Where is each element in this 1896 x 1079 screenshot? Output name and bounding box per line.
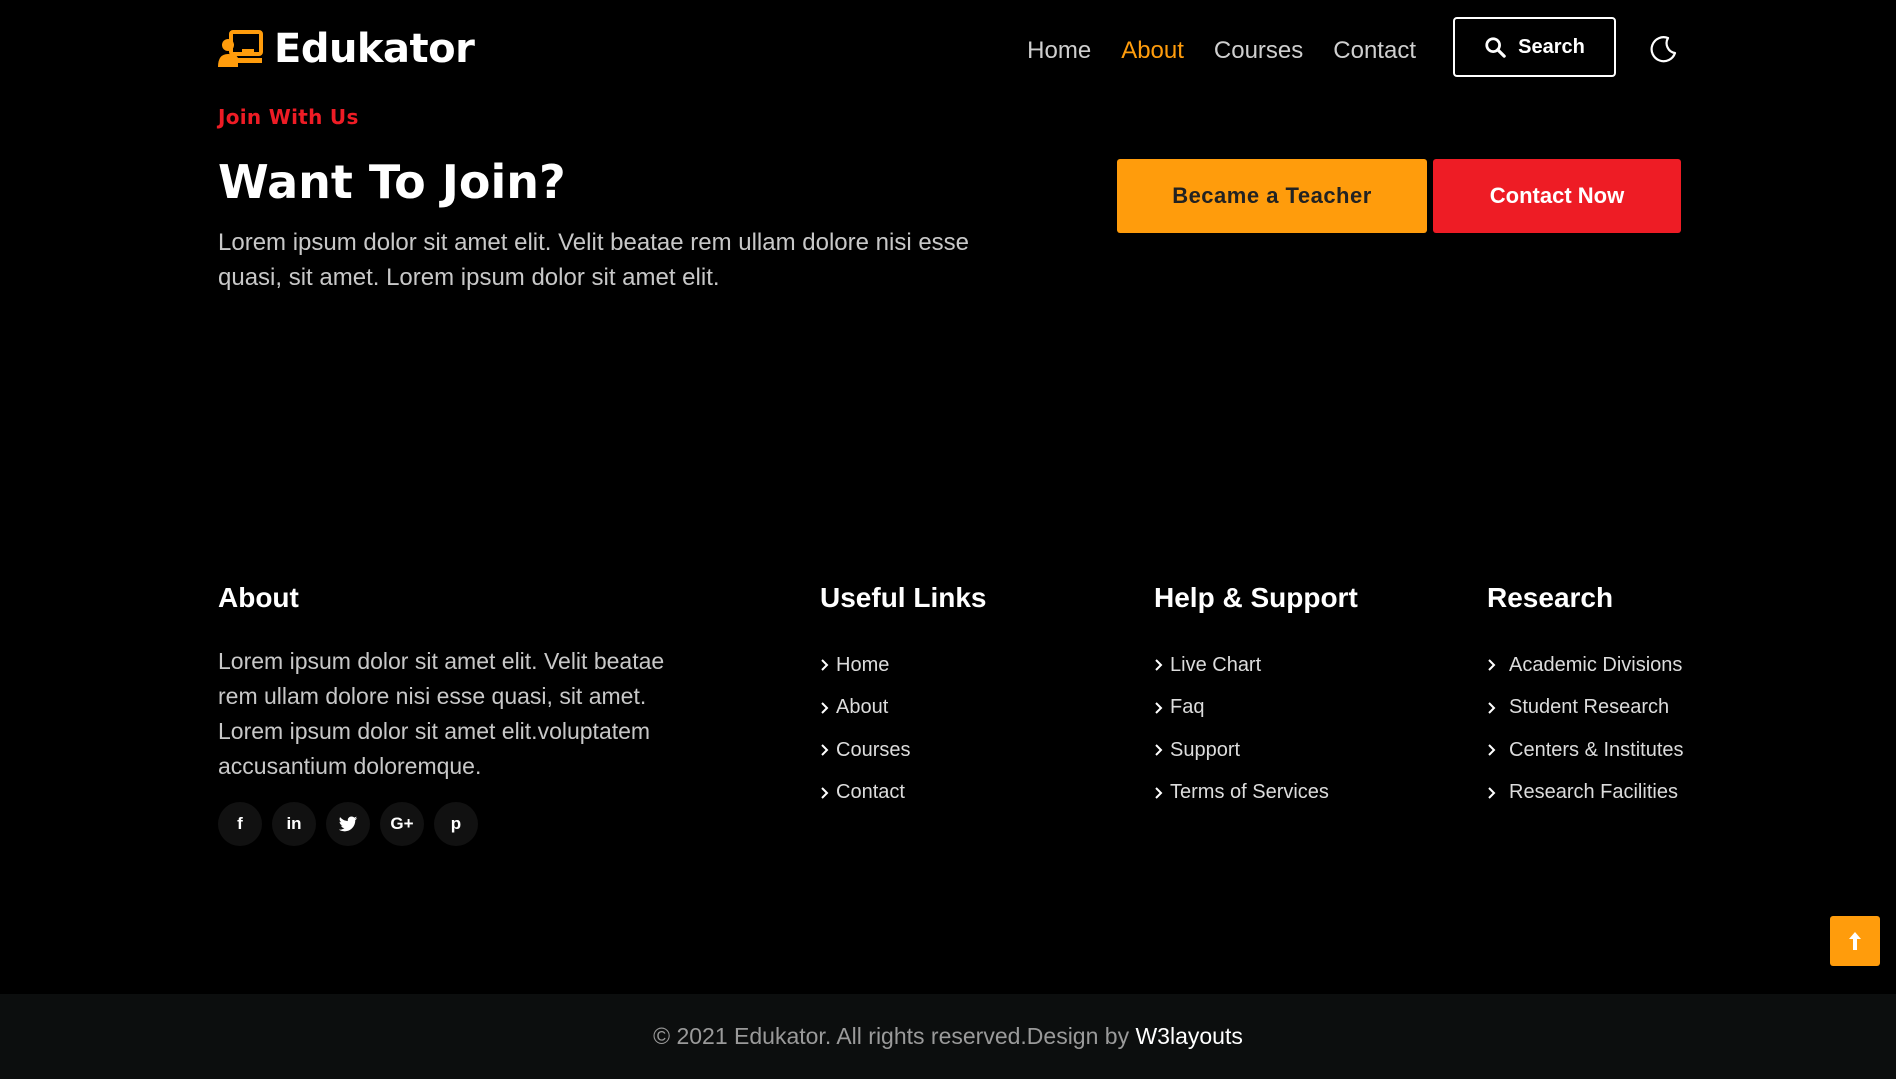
copyright-bar: © 2021 Edukator. All rights reserved.Des… <box>0 994 1896 1079</box>
join-description: Lorem ipsum dolor sit amet elit. Velit b… <box>218 229 970 291</box>
w3layouts-link[interactable]: W3layouts <box>1135 1023 1242 1050</box>
footer-link-label: Courses <box>836 738 911 761</box>
social-links: f in G+ p <box>218 802 678 846</box>
teacher-board-icon <box>218 30 263 67</box>
search-icon <box>1485 37 1506 58</box>
scroll-to-top-button[interactable] <box>1830 916 1880 966</box>
footer-link-label: Home <box>836 653 890 676</box>
chevron-right-icon <box>821 702 829 714</box>
footer-link-label: Centers & Institutes <box>1509 738 1684 761</box>
chevron-right-icon <box>1488 744 1496 756</box>
join-tag: Join With Us <box>218 105 359 129</box>
footer-about: About Lorem ipsum dolor sit amet elit. V… <box>218 582 678 846</box>
join-title: Want To Join? <box>218 155 566 209</box>
chevron-right-icon <box>821 659 829 671</box>
research-heading: Research <box>1487 582 1614 613</box>
brand-name: Edukator <box>274 26 475 72</box>
twitter-icon[interactable] <box>326 802 370 846</box>
footer-link-live-chart[interactable]: Live Chart <box>1154 644 1358 687</box>
pinterest-icon[interactable]: p <box>434 802 478 846</box>
theme-toggle[interactable] <box>1648 34 1678 64</box>
footer-link-label: Support <box>1170 738 1241 761</box>
footer-link-student-research[interactable]: Student Research <box>1487 687 1684 730</box>
footer-link-home[interactable]: Home <box>820 644 986 687</box>
nav-contact[interactable]: Contact <box>1333 37 1416 65</box>
search-label: Search <box>1518 35 1585 58</box>
site-header: Edukator Home About Courses Contact Sear… <box>218 0 1678 100</box>
chevron-right-icon <box>1488 787 1496 799</box>
footer-link-courses[interactable]: Courses <box>820 729 986 772</box>
footer-link-support[interactable]: Support <box>1154 729 1358 772</box>
footer-link-label: Contact <box>836 781 905 804</box>
footer-link-research-facilities[interactable]: Research Facilities <box>1487 772 1684 815</box>
help-support-heading: Help & Support <box>1154 582 1358 613</box>
search-button[interactable]: Search <box>1453 17 1616 77</box>
moon-icon <box>1650 36 1677 63</box>
chevron-right-icon <box>1155 702 1163 714</box>
footer-link-about[interactable]: About <box>820 687 986 730</box>
nav-home[interactable]: Home <box>1027 37 1091 65</box>
footer-link-faq[interactable]: Faq <box>1154 687 1358 730</box>
chevron-right-icon <box>1155 787 1163 799</box>
google-plus-icon[interactable]: G+ <box>380 802 424 846</box>
contact-now-button[interactable]: Contact Now <box>1433 159 1681 233</box>
chevron-right-icon <box>1155 744 1163 756</box>
footer-help-support: Help & Support Live Chart Faq Support Te… <box>1154 582 1358 814</box>
footer-link-label: Faq <box>1170 696 1205 719</box>
chevron-right-icon <box>1488 659 1496 671</box>
footer-useful-links: Useful Links Home About Courses Contact <box>820 582 986 814</box>
footer-link-label: Student Research <box>1509 696 1670 719</box>
chevron-right-icon <box>821 744 829 756</box>
arrow-up-icon <box>1849 932 1861 950</box>
linkedin-icon[interactable]: in <box>272 802 316 846</box>
footer-link-label: About <box>836 696 889 719</box>
footer-link-label: Terms of Services <box>1170 781 1329 804</box>
useful-links-heading: Useful Links <box>820 582 987 613</box>
nav-courses[interactable]: Courses <box>1214 37 1303 65</box>
footer-link-terms[interactable]: Terms of Services <box>1154 772 1358 815</box>
nav-about[interactable]: About <box>1121 37 1184 65</box>
footer-link-label: Research Facilities <box>1509 781 1678 804</box>
footer-link-centers-institutes[interactable]: Centers & Institutes <box>1487 729 1684 772</box>
chevron-right-icon <box>1488 702 1496 714</box>
footer-link-contact[interactable]: Contact <box>820 772 986 815</box>
copyright-text: © 2021 Edukator. All rights reserved.Des… <box>653 1023 1130 1049</box>
become-teacher-button[interactable]: Became a Teacher <box>1117 159 1427 233</box>
footer-link-academic-divisions[interactable]: Academic Divisions <box>1487 644 1684 687</box>
footer-link-label: Academic Divisions <box>1509 653 1683 676</box>
twitter-bird-glyph <box>338 816 358 832</box>
chevron-right-icon <box>1155 659 1163 671</box>
footer-about-text: Lorem ipsum dolor sit amet elit. Velit b… <box>218 648 665 779</box>
brand-logo[interactable]: Edukator <box>218 26 475 72</box>
chevron-right-icon <box>821 787 829 799</box>
footer-research: Research Academic Divisions Student Rese… <box>1487 582 1684 814</box>
join-section: Join With Us Want To Join? Lorem ipsum d… <box>218 105 1681 291</box>
facebook-icon[interactable]: f <box>218 802 262 846</box>
footer-link-label: Live Chart <box>1170 653 1262 676</box>
footer-about-heading: About <box>218 582 299 613</box>
main-nav: Home About Courses Contact <box>1027 37 1416 65</box>
